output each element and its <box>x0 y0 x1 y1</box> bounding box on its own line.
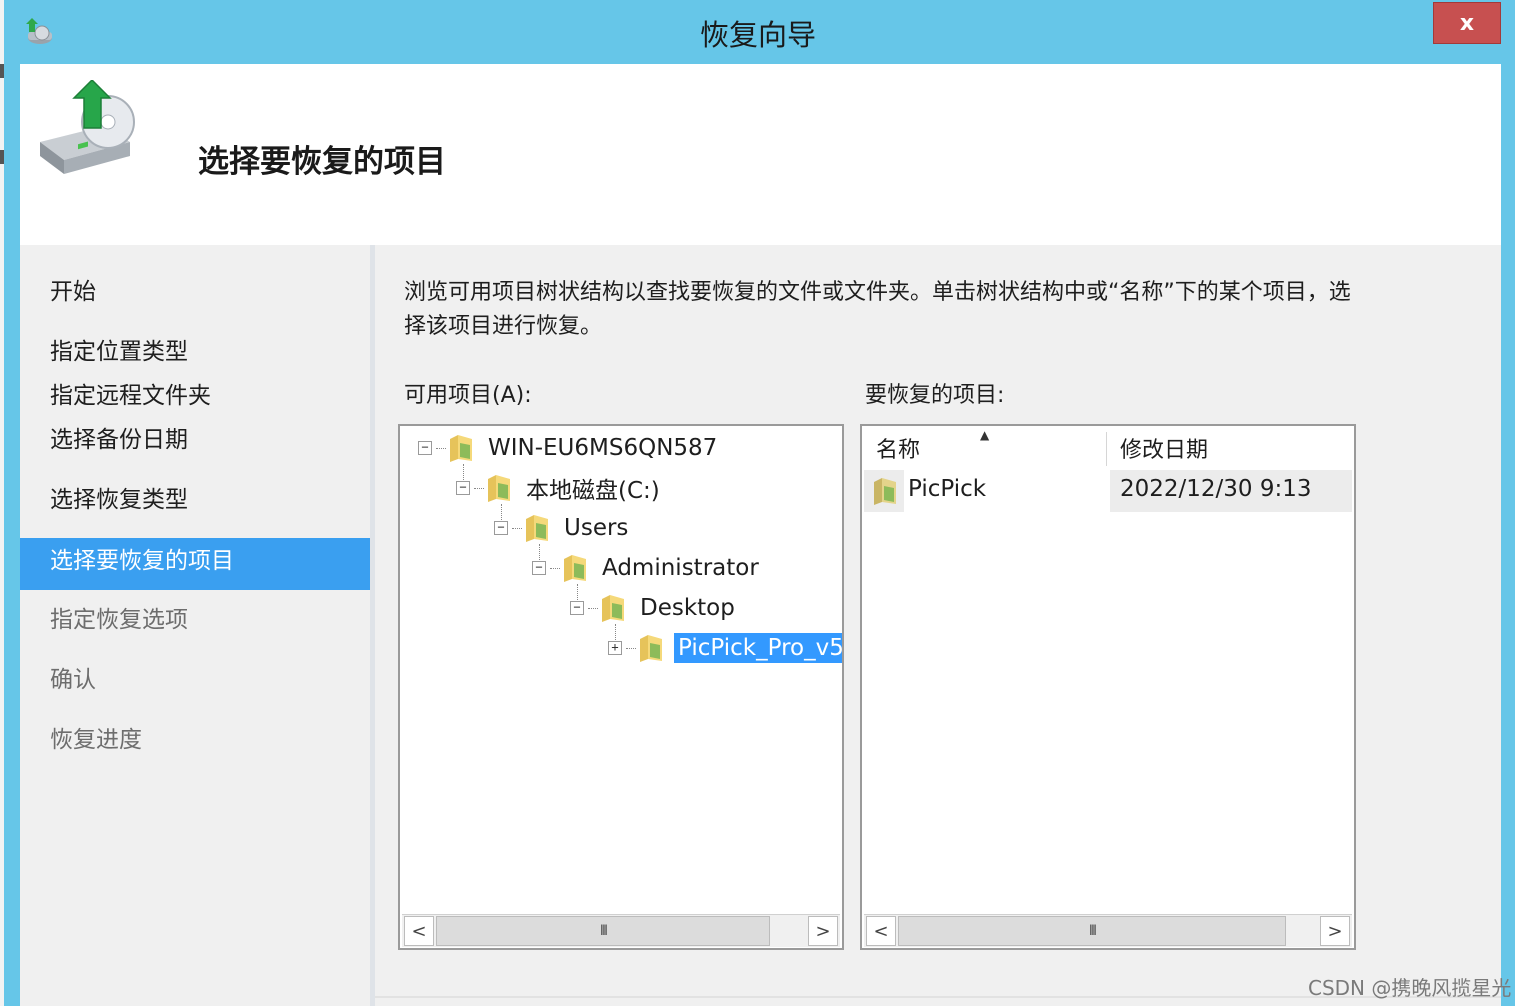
scroll-left-icon[interactable]: < <box>404 916 434 946</box>
folder-icon <box>602 595 624 622</box>
nav-step-recovery-type[interactable]: 选择恢复类型 <box>50 480 188 514</box>
folder-icon <box>564 555 586 582</box>
tree-node[interactable]: − 本地磁盘(C:) <box>456 470 660 506</box>
row-name[interactable]: PicPick <box>908 476 986 502</box>
tree-node-label[interactable]: WIN-EU6MS6QN587 <box>488 435 717 461</box>
collapse-icon[interactable]: − <box>494 521 508 535</box>
nav-step-remote-folder[interactable]: 指定远程文件夹 <box>50 376 211 410</box>
row-modified-date: 2022/12/30 9:13 <box>1120 476 1312 502</box>
collapse-icon[interactable]: − <box>570 601 584 615</box>
folder-icon <box>488 475 510 502</box>
collapse-icon[interactable]: − <box>532 561 546 575</box>
collapse-icon[interactable]: − <box>456 481 470 495</box>
scrollbar-thumb[interactable]: III <box>436 916 770 946</box>
nav-step-recovery-options: 指定恢复选项 <box>50 607 188 633</box>
tree-node[interactable]: − Users <box>494 510 628 546</box>
nav-step-backup-date[interactable]: 选择备份日期 <box>50 420 188 454</box>
tree-node-selected[interactable]: + PicPick_Pro_v5 <box>608 630 842 666</box>
nav-step-confirm: 确认 <box>50 667 96 693</box>
scroll-left-icon[interactable]: < <box>866 916 896 946</box>
column-header-name[interactable]: 名称 <box>876 428 920 468</box>
nav-step-location-type[interactable]: 指定位置类型 <box>50 332 188 366</box>
folder-icon <box>874 478 896 505</box>
items-to-restore-list[interactable]: 名称 ▲ 修改日期 PicPick 2022/12/30 9:13 < III … <box>860 424 1356 950</box>
list-header <box>864 428 1352 471</box>
column-divider[interactable] <box>1106 432 1107 466</box>
watermark: CSDN @携晚风揽星光 <box>1308 976 1512 1000</box>
tree-node-label[interactable]: PicPick_Pro_v5 <box>674 633 842 663</box>
table-row[interactable]: PicPick 2022/12/30 9:13 <box>864 470 1352 512</box>
collapse-icon[interactable]: − <box>418 441 432 455</box>
page-title: 选择要恢复的项目 <box>198 144 446 180</box>
folder-icon <box>526 515 548 542</box>
tree-horizontal-scrollbar[interactable]: < III > <box>402 914 840 947</box>
instructions-text: 浏览可用项目树状结构以查找要恢复的文件或文件夹。单击树状结构中或“名称”下的某个… <box>404 280 1351 339</box>
tree-node[interactable]: − WIN-EU6MS6QN587 <box>418 430 717 466</box>
restore-disk-icon <box>34 78 154 180</box>
tree-node[interactable]: − Desktop <box>570 590 735 626</box>
nav-step-select-items[interactable]: 选择要恢复的项目 <box>50 541 234 575</box>
expand-icon[interactable]: + <box>608 641 622 655</box>
column-header-modified[interactable]: 修改日期 <box>1120 428 1208 468</box>
nav-step-start[interactable]: 开始 <box>50 272 96 306</box>
available-items-label: 可用项目(A): <box>404 383 532 408</box>
scrollbar-thumb[interactable]: III <box>898 916 1286 946</box>
items-to-restore-label: 要恢复的项目: <box>865 383 1005 408</box>
folder-icon <box>640 635 662 662</box>
tree-node[interactable]: − Administrator <box>532 550 759 586</box>
scroll-right-icon[interactable]: > <box>808 916 838 946</box>
tree-node-label[interactable]: 本地磁盘(C:) <box>526 471 660 505</box>
list-horizontal-scrollbar[interactable]: < III > <box>864 914 1352 947</box>
folder-icon <box>450 435 472 462</box>
close-button[interactable]: x <box>1433 2 1501 44</box>
nav-separator <box>370 245 375 1006</box>
available-items-tree[interactable]: − WIN-EU6MS6QN587 − 本地磁盘(C:) − Users − A… <box>398 424 844 950</box>
window-title: 恢复向导 <box>699 18 816 52</box>
tree-node-label[interactable]: Users <box>564 515 628 541</box>
tree-node-label[interactable]: Desktop <box>640 595 735 621</box>
sort-ascending-icon: ▲ <box>980 428 990 442</box>
nav-step-progress: 恢复进度 <box>50 727 142 753</box>
scroll-right-icon[interactable]: > <box>1320 916 1350 946</box>
tree-node-label[interactable]: Administrator <box>602 555 759 581</box>
